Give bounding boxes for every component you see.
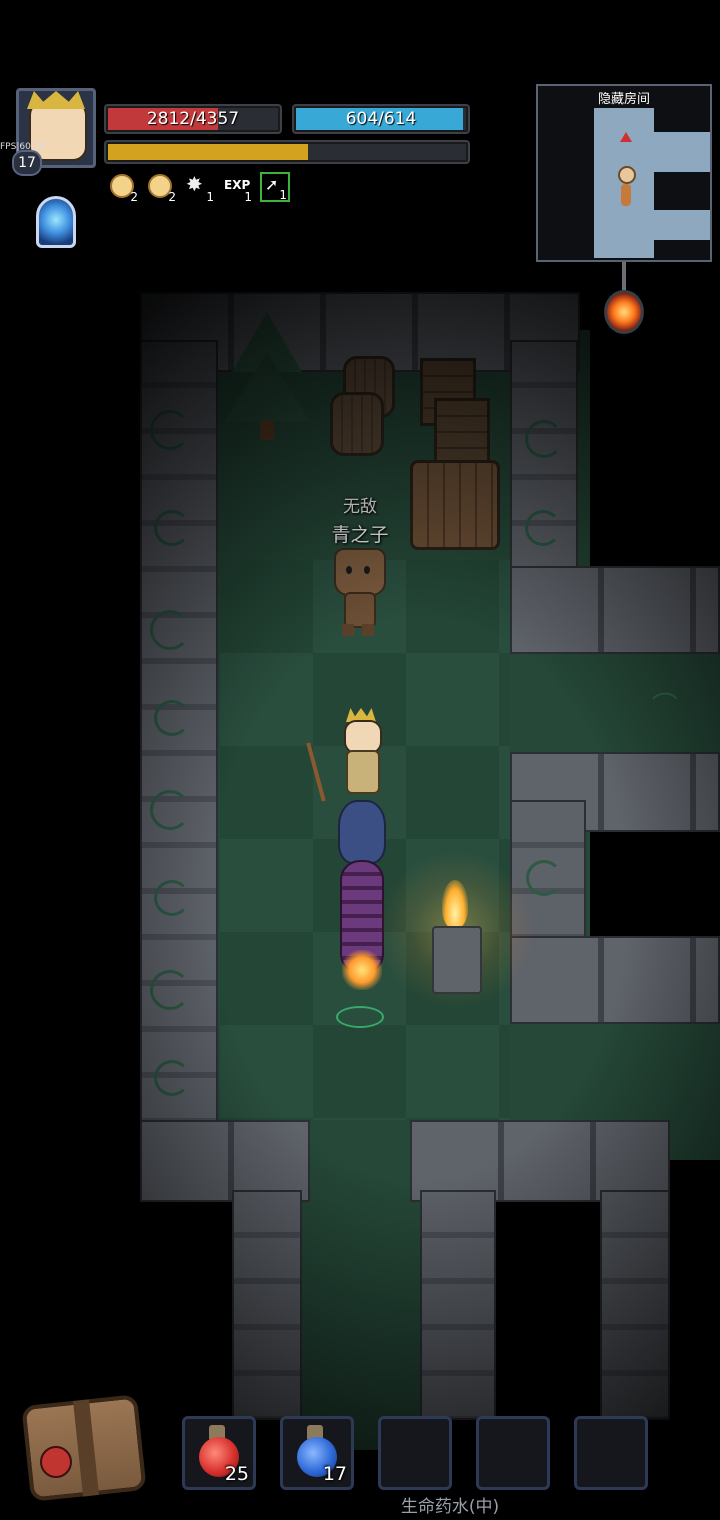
- minimap-pet-icon: [621, 184, 631, 206]
- vine-decoration: [525, 510, 561, 546]
- slot-count: 25: [224, 1463, 249, 1485]
- mp-bar: 604/614: [294, 106, 468, 132]
- buff-count: 2: [130, 190, 138, 204]
- vine-decoration: [150, 970, 190, 1010]
- xp-bar-fill: [108, 144, 309, 160]
- wall-left: [140, 340, 218, 1140]
- quick-slot-2[interactable]: 17: [280, 1416, 354, 1490]
- npc-tree-child[interactable]: [332, 548, 386, 638]
- quick-slot-1[interactable]: 25: [182, 1416, 256, 1490]
- wall-bottom-left-column: [232, 1190, 302, 1420]
- buff-count: 1: [279, 188, 287, 202]
- log-pile: [410, 460, 500, 550]
- selected-item-name: 生命药水(中): [400, 1497, 500, 1517]
- portal-icon: [36, 196, 76, 248]
- vine-decoration: [150, 790, 190, 830]
- vine-decoration: [525, 420, 563, 458]
- npc-name-label: 青之子: [331, 524, 389, 546]
- vine-decoration: [154, 510, 190, 546]
- minimap-room: [654, 132, 710, 172]
- slot-count: 17: [322, 1463, 347, 1485]
- vine-decoration: [154, 700, 190, 736]
- pine-tree: [222, 312, 312, 442]
- buff-count: 2: [168, 190, 176, 204]
- corridor-floor-south: [300, 1150, 420, 1450]
- wall-bottom-mid-column: [420, 1190, 496, 1420]
- burst-icon[interactable]: ✸ 1: [186, 174, 214, 204]
- quick-slot-3[interactable]: [378, 1416, 452, 1490]
- minimap-title: 隐藏房间: [597, 92, 650, 107]
- xp-bar: [106, 142, 468, 162]
- exp-up-icon[interactable]: EXP 1: [224, 174, 252, 204]
- lantern-icon[interactable]: [598, 262, 650, 346]
- potion-emblem-icon: [40, 1446, 72, 1478]
- quick-slot-5[interactable]: [574, 1416, 648, 1490]
- minimap-player-icon: [618, 166, 636, 184]
- vine-decoration: [150, 610, 190, 650]
- crown-icon: [27, 91, 85, 109]
- star-medal-icon[interactable]: 2: [110, 174, 138, 204]
- vine-decoration: [154, 1060, 190, 1096]
- grass-sprig: ⌒: [652, 692, 679, 722]
- vine-decoration: [154, 880, 190, 916]
- minimap-marker-icon: [620, 132, 632, 142]
- buff-list: 2 2 ✸ 1 EXP 1 ➚ 1: [110, 172, 300, 208]
- npc-title-label: 无敌: [343, 497, 377, 517]
- wall-bottom-right-column: [600, 1190, 670, 1420]
- fire-brazier: [376, 850, 536, 1010]
- buff-count: 1: [206, 190, 214, 204]
- skill-up-icon[interactable]: ➚ 1: [260, 172, 290, 202]
- player-character: [306, 708, 388, 808]
- buff-count: 1: [244, 190, 252, 204]
- star-medal-icon[interactable]: 2: [148, 174, 176, 204]
- wall-right-ledge-3: [510, 936, 720, 1024]
- mp-text: 604/614: [345, 109, 417, 129]
- vine-decoration: [150, 410, 190, 450]
- backpack-button[interactable]: [18, 1386, 148, 1504]
- hp-text: 2812/4357: [146, 109, 240, 129]
- wall-right-ledge-1: [510, 566, 720, 654]
- portal-button[interactable]: [32, 192, 80, 252]
- quick-slot-4[interactable]: [476, 1416, 550, 1490]
- hp-bar: 2812/4357: [106, 106, 280, 132]
- level-badge: 17: [12, 150, 42, 176]
- minimap-room: [654, 210, 710, 240]
- minimap[interactable]: 隐藏房间: [536, 84, 712, 262]
- barrel: [330, 392, 384, 456]
